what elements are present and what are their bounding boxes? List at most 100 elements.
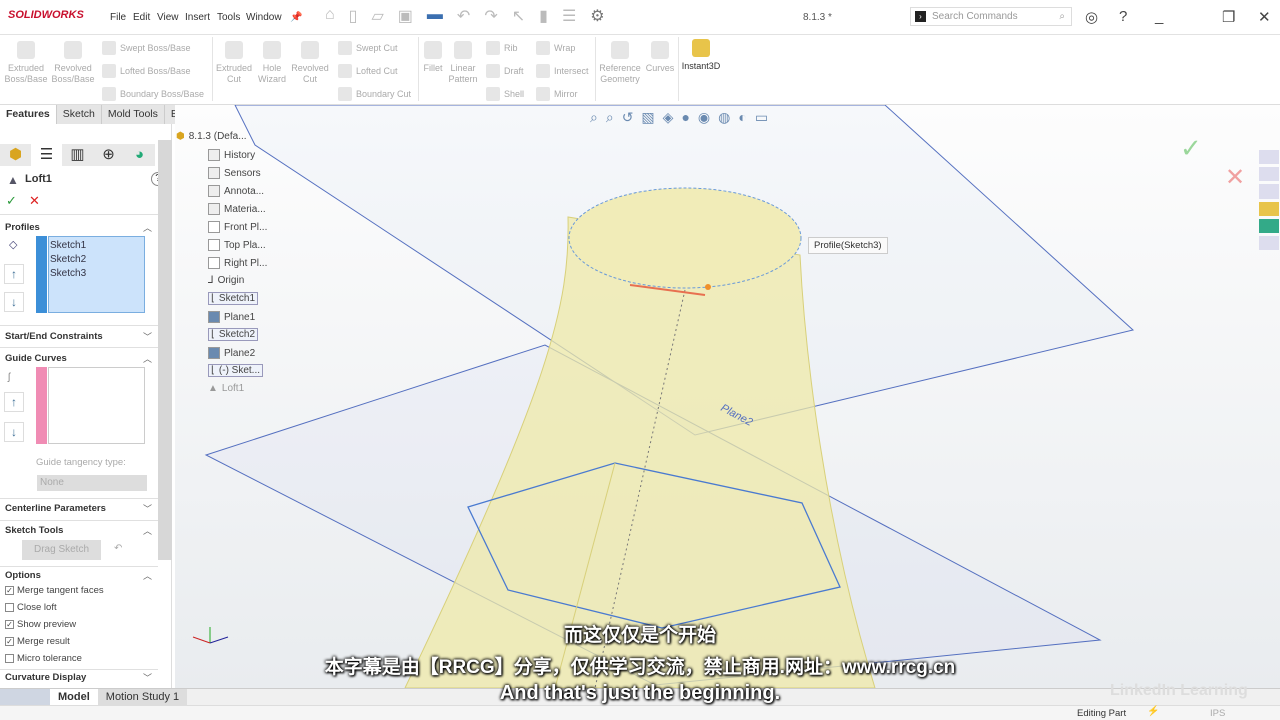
tree-item-front-plane[interactable]: Front Pl... — [208, 221, 267, 233]
guide-tangency-select[interactable]: None — [37, 475, 147, 491]
units-selector[interactable]: IPS — [1210, 708, 1225, 719]
centerline-parameters-header[interactable]: Centerline Parameters — [5, 503, 106, 514]
restore-button[interactable]: ❐ — [1222, 8, 1235, 26]
instant3d-button[interactable]: Instant3D — [680, 39, 722, 72]
tab-features[interactable]: Features — [0, 105, 57, 124]
chevron-down-icon[interactable]: ﹀ — [143, 330, 152, 343]
section-view-icon[interactable]: ▧ — [641, 109, 654, 126]
feature-manager-tab-icon[interactable]: ⬢ — [0, 144, 31, 166]
close-button[interactable]: ✕ — [1258, 8, 1271, 26]
confirm-ok-icon[interactable]: ✓ — [1180, 133, 1202, 164]
menu-edit[interactable]: Edit — [133, 12, 150, 23]
boundary-boss-button[interactable]: Boundary Boss/Base — [102, 87, 204, 101]
list-item[interactable]: Sketch1 — [50, 240, 143, 251]
menu-window[interactable]: Window — [246, 12, 282, 23]
tree-item-annotations[interactable]: Annota... — [208, 185, 264, 197]
confirm-cancel-icon[interactable]: ✕ — [1225, 163, 1245, 192]
zoom-area-icon[interactable]: ⌕ — [606, 109, 614, 126]
guide-curves-list[interactable] — [48, 367, 145, 444]
lofted-boss-button[interactable]: Lofted Boss/Base — [102, 64, 191, 78]
undo-icon[interactable]: ↶ — [457, 6, 470, 26]
file-explorer-icon[interactable] — [1259, 184, 1279, 199]
rebuild-status-icon[interactable]: ⚡ — [1147, 706, 1159, 717]
tree-root[interactable]: ⬢ 8.1.3 (Defa... — [176, 131, 247, 142]
view-orientation-icon[interactable]: ◈ — [663, 109, 674, 126]
mirror-button[interactable]: Mirror — [536, 87, 578, 101]
undo-drag-icon[interactable]: ↶ — [114, 543, 122, 554]
tab-sketch[interactable]: Sketch — [56, 105, 102, 124]
move-up-button[interactable]: ↑ — [4, 264, 24, 284]
tree-item-history[interactable]: History — [208, 149, 255, 161]
display-manager-tab-icon[interactable]: ◕ — [124, 144, 155, 166]
hole-wizard-button[interactable]: Hole Wizard — [254, 41, 290, 85]
swept-cut-button[interactable]: Swept Cut — [338, 41, 398, 55]
cancel-x-icon[interactable]: ✕ — [29, 193, 40, 209]
rebuild-icon[interactable]: ▮ — [539, 6, 548, 26]
previous-view-icon[interactable]: ↺ — [622, 109, 634, 126]
file-properties-icon[interactable]: ☰ — [562, 6, 576, 26]
tree-item-sketch2[interactable]: ⌊ Sketch2 — [208, 328, 259, 341]
print-icon[interactable]: ▬ — [427, 6, 443, 26]
design-library-icon[interactable] — [1259, 167, 1279, 182]
rib-button[interactable]: Rib — [486, 41, 518, 55]
tree-item-plane2[interactable]: Plane2 — [208, 347, 255, 359]
chevron-up-icon[interactable]: ︿ — [143, 221, 152, 234]
extruded-cut-button[interactable]: Extruded Cut — [214, 41, 254, 85]
wrap-button[interactable]: Wrap — [536, 41, 575, 55]
tree-item-plane1[interactable]: Plane1 — [208, 311, 255, 323]
tree-item-sensors[interactable]: Sensors — [208, 167, 261, 179]
user-icon[interactable]: ◎ — [1085, 8, 1098, 26]
dimxpert-tab-icon[interactable]: ⊕ — [93, 144, 124, 166]
chevron-down-icon[interactable]: ﹀ — [143, 502, 152, 515]
drag-sketch-button[interactable]: Drag Sketch — [22, 540, 101, 560]
move-down-button[interactable]: ↓ — [4, 422, 24, 442]
fillet-button[interactable]: Fillet — [420, 41, 446, 74]
chevron-up-icon[interactable]: ︿ — [143, 352, 152, 365]
tree-item-top-plane[interactable]: Top Pla... — [208, 239, 266, 251]
draft-button[interactable]: Draft — [486, 64, 524, 78]
home-icon[interactable]: ⌂ — [325, 6, 335, 26]
graphics-viewport[interactable]: Plane2 Profile(Sketch3) ⌕ ⌕ ↺ ▧ ◈ ● ◉ ◍ ◐ ▭ ✓ ✕ — [175, 104, 1280, 689]
chevron-up-icon[interactable]: ︿ — [143, 524, 152, 537]
menu-file[interactable]: File — [110, 12, 126, 23]
appearances-icon[interactable] — [1259, 218, 1279, 233]
search-commands-input[interactable]: › Search Commands ⌕ — [910, 7, 1072, 26]
tree-item-material[interactable]: Materia... — [208, 203, 266, 215]
start-end-constraints-header[interactable]: Start/End Constraints — [5, 331, 103, 342]
profiles-header[interactable]: Profiles — [5, 222, 40, 233]
lofted-cut-button[interactable]: Lofted Cut — [338, 64, 398, 78]
open-icon[interactable]: ▱ — [371, 6, 383, 26]
select-icon[interactable]: ↖ — [512, 6, 525, 26]
search-icon[interactable]: ⌕ — [1059, 11, 1065, 22]
zoom-to-fit-icon[interactable]: ⌕ — [590, 109, 598, 126]
resources-icon[interactable] — [1259, 150, 1279, 165]
view-settings-icon[interactable]: ▭ — [755, 109, 768, 126]
revolved-cut-button[interactable]: Revolved Cut — [290, 41, 330, 85]
configuration-manager-tab-icon[interactable]: ▥ — [62, 144, 93, 166]
close-loft-checkbox[interactable]: Close loft — [5, 602, 57, 613]
extruded-boss-button[interactable]: Extruded Boss/Base — [4, 41, 48, 85]
property-manager-tab-icon[interactable]: ☰ — [31, 144, 62, 166]
ok-check-icon[interactable]: ✓ — [6, 193, 17, 209]
move-down-button[interactable]: ↓ — [4, 292, 24, 312]
intersect-button[interactable]: Intersect — [536, 64, 589, 78]
tree-item-right-plane[interactable]: Right Pl... — [208, 257, 267, 269]
tree-item-origin[interactable]: ⅃ Origin — [208, 275, 244, 286]
scene-icon[interactable]: ◐ — [738, 109, 746, 126]
menu-view[interactable]: View — [157, 12, 179, 23]
reference-geometry-button[interactable]: Reference Geometry — [597, 41, 643, 85]
profiles-list[interactable]: Sketch1 Sketch2 Sketch3 — [48, 236, 145, 313]
panel-scrollbar[interactable] — [158, 140, 172, 560]
appearance-icon[interactable]: ◍ — [718, 109, 730, 126]
hide-show-icon[interactable]: ◉ — [698, 109, 710, 126]
save-icon[interactable]: ▣ — [398, 6, 413, 26]
linear-pattern-button[interactable]: Linear Pattern — [446, 41, 480, 85]
tree-item-loft1[interactable]: ▲ Loft1 — [208, 383, 244, 394]
options-header[interactable]: Options — [5, 570, 41, 581]
redo-icon[interactable]: ↷ — [484, 6, 497, 26]
custom-properties-icon[interactable] — [1259, 235, 1279, 251]
display-style-icon[interactable]: ● — [681, 109, 689, 126]
list-item[interactable]: Sketch3 — [50, 268, 143, 279]
minimize-button[interactable]: _ — [1155, 8, 1163, 25]
menu-tools[interactable]: Tools — [217, 12, 240, 23]
